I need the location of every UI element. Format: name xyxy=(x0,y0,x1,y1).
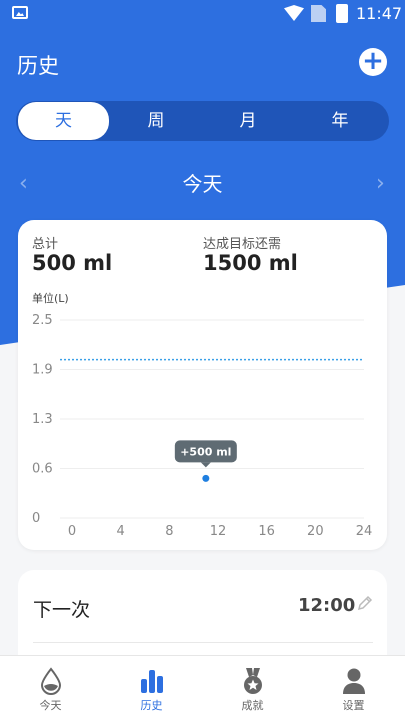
nav-today[interactable]: 今天 xyxy=(0,656,101,720)
x-tick-label: 24 xyxy=(356,524,373,539)
y-tick-label: 2.5 xyxy=(32,313,53,328)
y-tick-label: 0 xyxy=(32,511,40,526)
intake-chart: 0 0.6 1.3 1.9 2.5 0 4 8 12 16 20 24 +500 ml xyxy=(32,313,373,539)
point-bubble-tail xyxy=(200,462,211,468)
page-title: 历史 xyxy=(17,54,59,78)
plus-icon: + xyxy=(362,46,384,76)
nav-history-label: 历史 xyxy=(140,699,163,712)
nav-achievements[interactable]: 成就 xyxy=(202,656,303,720)
person-icon xyxy=(343,668,365,694)
y-tick-label: 1.3 xyxy=(32,412,53,427)
x-tick-label: 4 xyxy=(117,524,125,539)
next-label: 下一次 xyxy=(33,599,91,621)
tab-year[interactable]: 年 xyxy=(294,105,386,137)
nav-today-label: 今天 xyxy=(39,699,62,712)
tab-month[interactable]: 月 xyxy=(202,105,294,137)
period-tabs: 天 周 月 年 xyxy=(16,101,389,141)
status-bar: 11:47 xyxy=(0,0,405,28)
chevron-right-icon[interactable]: › xyxy=(376,171,385,196)
add-button[interactable]: + xyxy=(359,48,387,76)
nav-settings-label: 设置 xyxy=(342,699,365,712)
y-tick-label: 0.6 xyxy=(32,462,53,477)
x-tick-label: 12 xyxy=(210,524,227,539)
x-tick-label: 0 xyxy=(68,524,76,539)
data-point xyxy=(202,474,210,482)
x-tick-label: 8 xyxy=(165,524,173,539)
bottom-nav: 今天 历史 成就 设置 xyxy=(0,655,405,720)
point-label: +500 ml xyxy=(180,445,231,458)
tab-day[interactable]: 天 xyxy=(18,102,109,140)
date-title: 今天 xyxy=(182,172,223,196)
status-time: 11:47 xyxy=(356,4,403,23)
x-tick-label: 20 xyxy=(307,524,324,539)
medal-icon xyxy=(244,668,262,694)
y-tick-label: 1.9 xyxy=(32,363,53,378)
tab-week[interactable]: 周 xyxy=(110,105,202,137)
divider xyxy=(33,642,373,643)
battery-icon xyxy=(336,4,348,23)
x-tick-label: 16 xyxy=(258,524,275,539)
nav-settings[interactable]: 设置 xyxy=(303,656,404,720)
next-time: 12:00 xyxy=(298,595,356,616)
water-drop-icon xyxy=(40,667,62,695)
nav-history[interactable]: 历史 xyxy=(101,656,202,720)
bar-chart-icon xyxy=(141,670,163,693)
summary-card: 总计 500 ml 达成目标还需 1500 ml 单位(L) 0 0.6 1.3 1.… xyxy=(18,220,387,550)
no-sim-icon xyxy=(311,5,326,22)
pencil-icon[interactable] xyxy=(356,594,374,612)
nav-achievements-label: 成就 xyxy=(241,699,264,712)
image-icon xyxy=(12,6,28,19)
wifi-icon xyxy=(284,5,304,21)
